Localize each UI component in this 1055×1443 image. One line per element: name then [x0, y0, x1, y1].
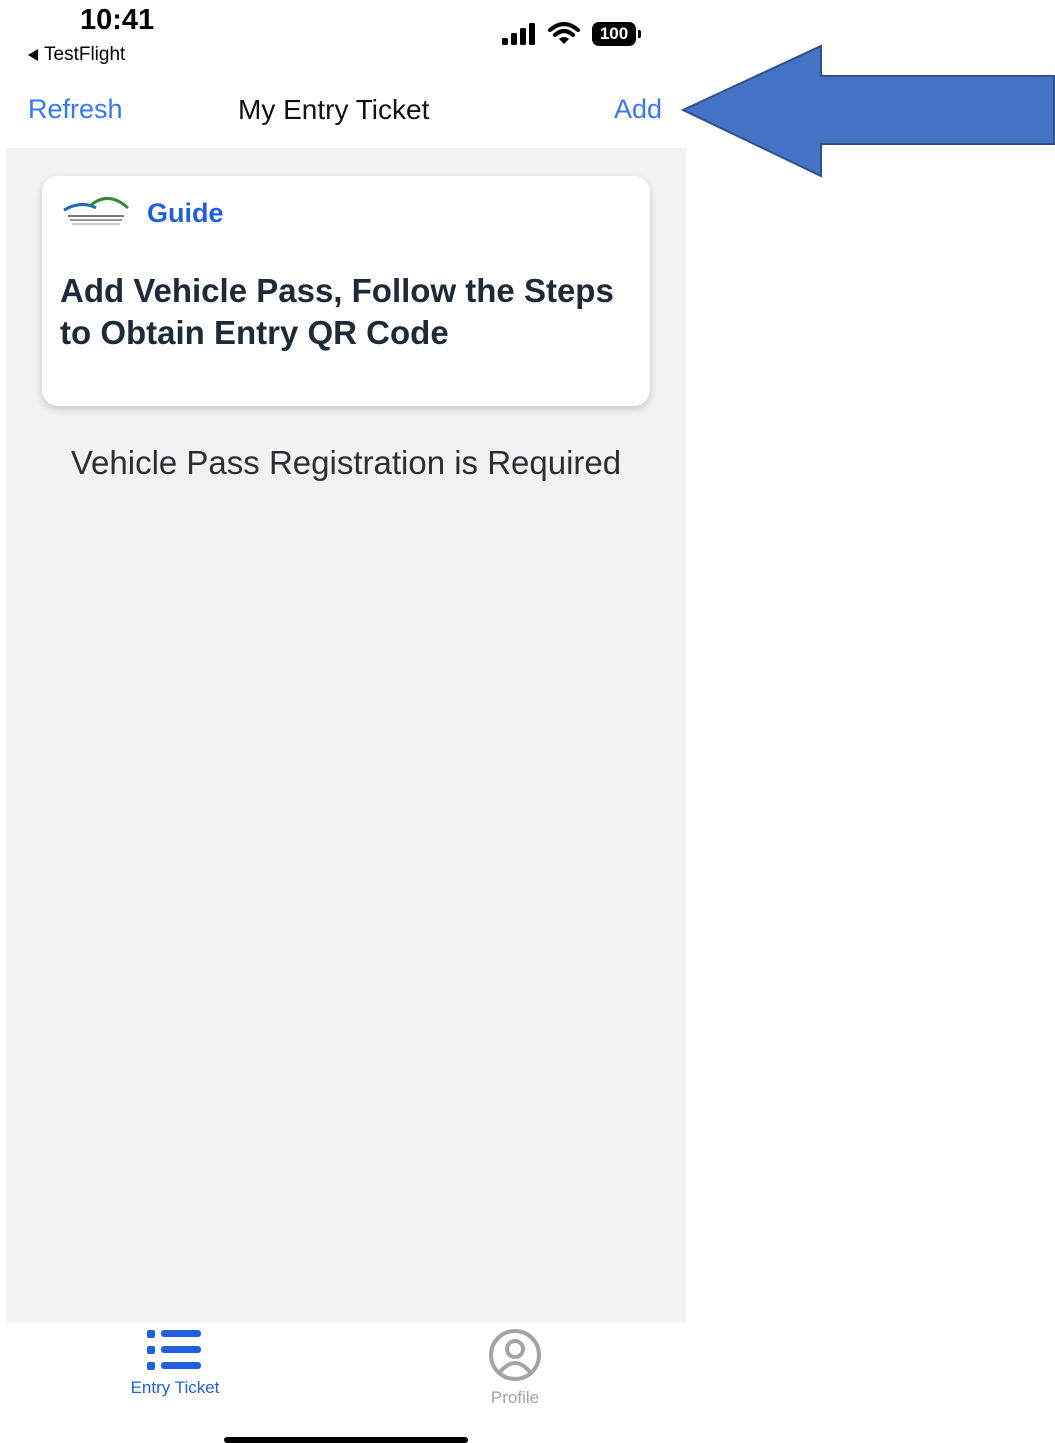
tab-entry-ticket[interactable]: Entry Ticket — [75, 1328, 275, 1398]
tab-bar: Entry Ticket Profile — [6, 1322, 686, 1443]
wifi-icon — [548, 22, 580, 44]
person-circle-icon — [489, 1329, 541, 1381]
guide-logo-icon — [63, 197, 130, 225]
battery-icon: 100 — [592, 22, 641, 46]
refresh-button[interactable]: Refresh — [28, 94, 123, 125]
status-time: 10:41 — [80, 4, 155, 36]
back-triangle-icon — [28, 49, 38, 61]
content-area: Guide Add Vehicle Pass, Follow the Steps… — [6, 148, 686, 1322]
tab-label: Entry Ticket — [130, 1378, 220, 1397]
cellular-signal-icon — [502, 23, 535, 45]
back-app-label: TestFlight — [44, 44, 126, 65]
annotation-arrow-icon — [680, 44, 1055, 178]
list-icon — [147, 1330, 201, 1370]
tab-profile[interactable]: Profile — [415, 1328, 615, 1408]
add-button[interactable]: Add — [614, 94, 662, 125]
registration-notice: Vehicle Pass Registration is Required — [70, 444, 622, 481]
page-title: My Entry Ticket — [238, 94, 430, 125]
guide-card[interactable]: Guide Add Vehicle Pass, Follow the Steps… — [42, 176, 650, 406]
home-indicator[interactable] — [224, 1437, 468, 1443]
guide-label: Guide — [147, 198, 224, 228]
back-to-app-link[interactable]: TestFlight — [28, 44, 125, 66]
app-screen: 10:41 TestFlight 100 Refresh My Entry Ti… — [0, 0, 1055, 1443]
tab-label: Profile — [490, 1388, 540, 1407]
status-indicators: 100 — [502, 22, 641, 46]
guide-text: Add Vehicle Pass, Follow the Steps to Ob… — [60, 272, 614, 351]
